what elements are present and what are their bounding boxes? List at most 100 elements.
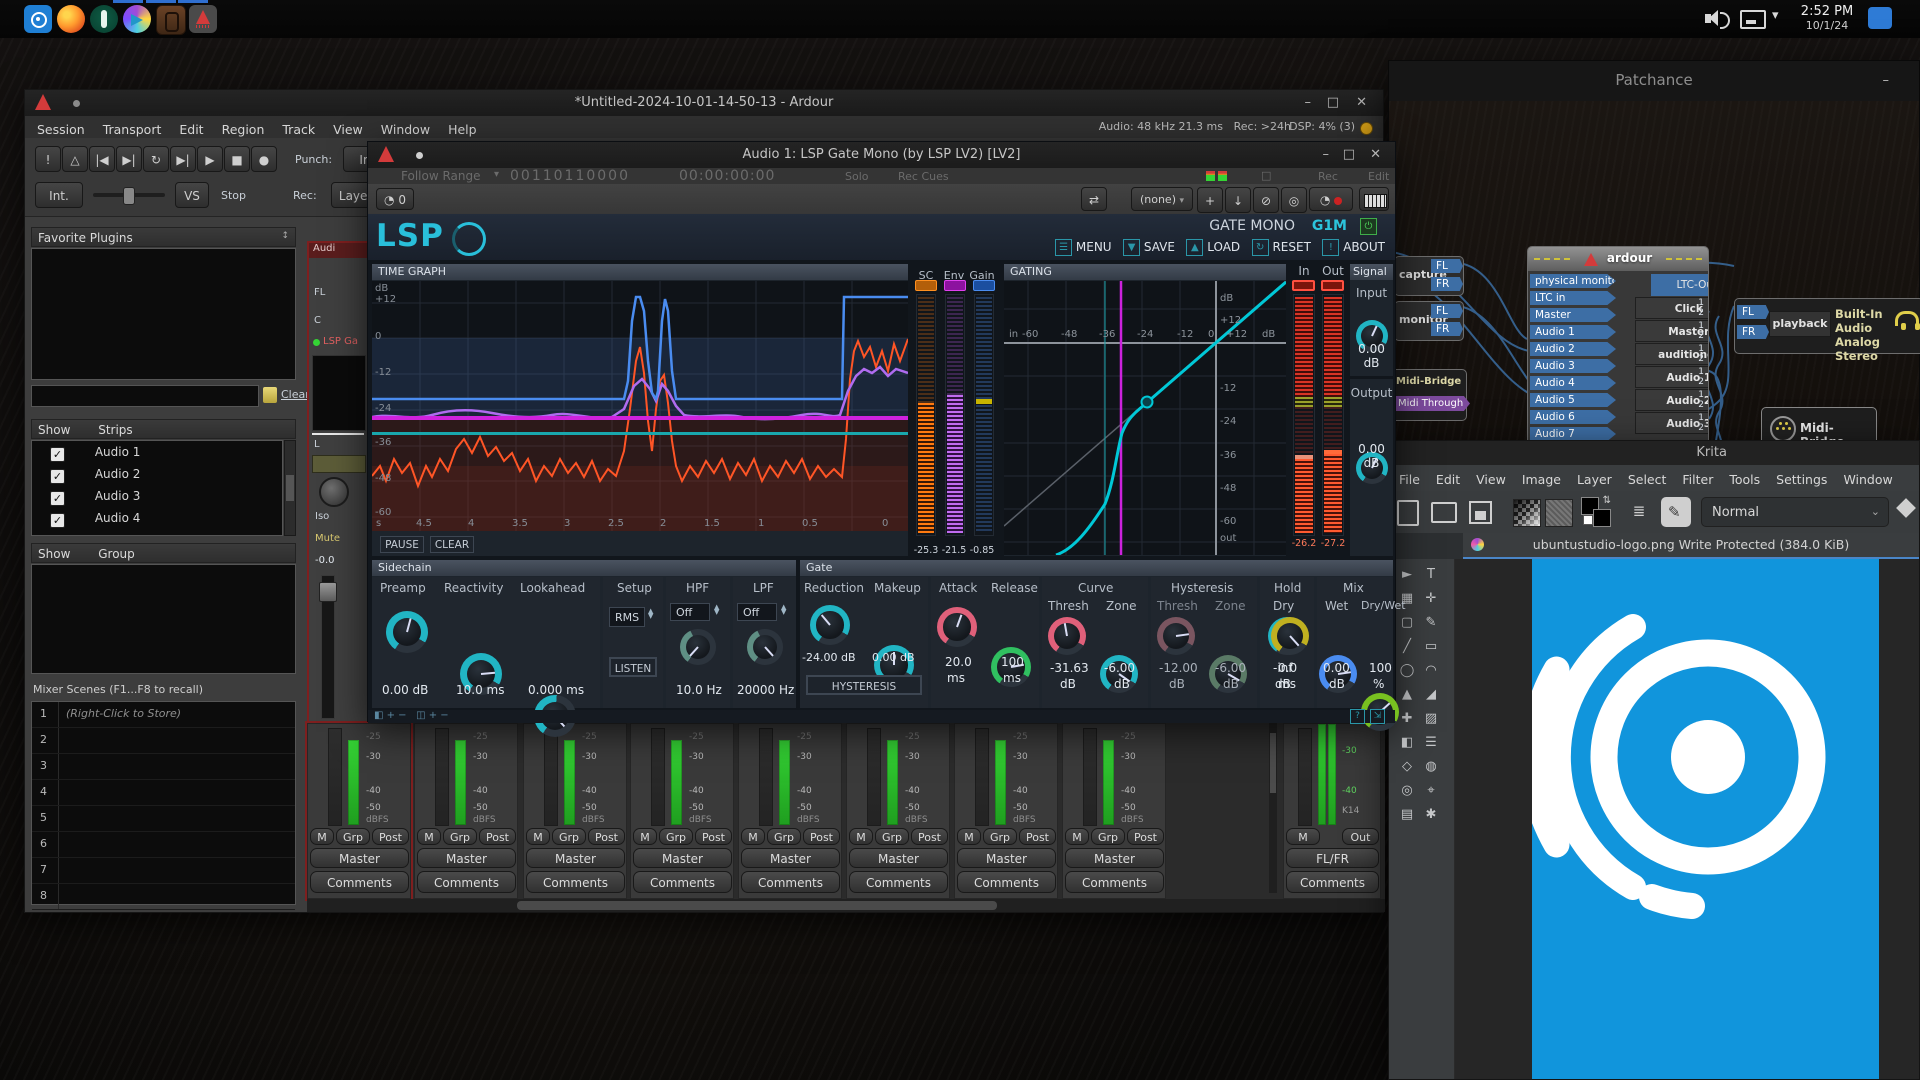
about-button[interactable]: ABOUT (1343, 240, 1385, 254)
gating-plot[interactable]: in-60-48-36-24-120+12dB dB+12-12-24-36-4… (1004, 281, 1286, 555)
vari-speed-button[interactable]: VS (175, 182, 209, 208)
group-button[interactable]: Grp (336, 828, 370, 845)
expander-icon[interactable]: ↕ (281, 231, 289, 241)
output-port-row[interactable]: auditioner 1 2 (1611, 343, 1706, 365)
transport-button[interactable]: △ (62, 146, 88, 172)
tray-expander-chevron-icon[interactable]: ▾ (1772, 8, 1779, 23)
mute-button[interactable]: M (526, 828, 550, 845)
hyst-thresh-knob[interactable] (1157, 617, 1195, 655)
input-port[interactable]: Audio 5 (1530, 393, 1616, 407)
port-fl[interactable]: FL (1431, 259, 1463, 273)
canvas-image[interactable] (1532, 559, 1879, 1079)
strip-input-button[interactable]: FL (314, 287, 325, 298)
output-port-row[interactable]: LTC-Out (1611, 274, 1706, 296)
tool-icon[interactable]: ⌖ (1419, 779, 1443, 803)
rec-button-label[interactable]: Rec (1318, 170, 1338, 183)
strip-visible-checkbox[interactable]: ✓ (50, 469, 65, 484)
edit-button-label[interactable]: Edit (1368, 170, 1389, 183)
group-button[interactable]: Grp (983, 828, 1017, 845)
hpf-freq-knob[interactable] (680, 629, 716, 665)
edit-brush-settings-icon[interactable]: ✎ (1661, 497, 1691, 527)
tool-icon[interactable]: ◯ (1395, 659, 1419, 683)
pause-button[interactable]: PAUSE (380, 536, 424, 553)
error-log-indicator[interactable] (1360, 122, 1373, 135)
maximize-button[interactable]: □ (1343, 147, 1355, 162)
clock[interactable]: 2:52 PM 10/1/24 (1796, 4, 1858, 32)
reset-button[interactable]: RESET (1272, 240, 1310, 254)
hpf-mode-select[interactable]: Off (670, 603, 710, 621)
playback-port-group[interactable]: playback (1769, 311, 1831, 337)
strip-list-row[interactable]: ✓ Audio 3 (32, 485, 282, 507)
mute-button[interactable]: M (741, 828, 765, 845)
menu-item[interactable]: Window (381, 122, 430, 137)
fader-track[interactable] (321, 575, 335, 719)
metering-point-button[interactable]: Post (479, 828, 516, 845)
spin-arrows-icon[interactable]: ▲▼ (648, 609, 653, 619)
comments-button[interactable]: Comments (310, 871, 409, 893)
menu-item[interactable]: Help (448, 122, 477, 137)
fader-handle[interactable] (319, 582, 337, 602)
power-button[interactable]: ◎ (1281, 187, 1307, 213)
ardour-titlebar[interactable]: *Untitled-2024-10-01-14-50-13 - Ardour –… (25, 90, 1383, 117)
midi-through-port[interactable]: Midi Through (1394, 396, 1470, 411)
minimize-button[interactable]: – (1323, 147, 1330, 162)
eraser-mode-icon[interactable] (1896, 498, 1916, 518)
capture-node[interactable]: capture FL FR (1394, 256, 1464, 296)
tool-icon[interactable]: ✱ (1419, 803, 1443, 827)
minimize-button[interactable]: – (1305, 95, 1312, 110)
metering-point-button[interactable]: Post (803, 828, 840, 845)
port-fl[interactable]: FL (1431, 304, 1463, 318)
ardour-node[interactable]: ardour physical monitorLTC inMasterAudio… (1527, 246, 1709, 453)
timecode-clock[interactable]: 00:00:00:00 (679, 168, 775, 184)
timer-button[interactable]: ◔ 0 (376, 188, 414, 210)
scrollbar-handle[interactable] (517, 901, 997, 910)
comments-button[interactable]: Comments (849, 871, 948, 893)
mute-button[interactable]: M (1065, 828, 1089, 845)
strips-scrollbar[interactable] (284, 440, 296, 536)
comments-button[interactable]: Comments (526, 871, 625, 893)
transport-button[interactable]: |◀ (89, 146, 115, 172)
mixer-scene-row[interactable]: 1 (Right-Click to Store) (32, 702, 295, 728)
tool-icon[interactable]: ◍ (1419, 755, 1443, 779)
patchance-titlebar[interactable]: Patchance – (1389, 61, 1919, 102)
strip-visible-checkbox[interactable]: ✓ (50, 491, 65, 506)
input-port[interactable]: Audio 4 (1530, 376, 1616, 390)
save-preset-button[interactable]: ↓ (1225, 187, 1251, 213)
settings-launcher-icon[interactable] (90, 5, 118, 33)
tool-icon[interactable]: ▨ (1419, 707, 1443, 731)
output-bus-button[interactable]: Master (849, 848, 948, 868)
strips-vscrollbar[interactable] (1269, 723, 1277, 893)
mixer-strip-bottom[interactable]: -25 -30 -40 -50 dBFS M Grp Post Master C… (414, 723, 518, 899)
mixer-strip-bottom[interactable]: -25 -30 -40 -50 dBFS M Grp Post Master C… (738, 723, 842, 899)
choose-workspace-icon[interactable]: ≣ (1627, 499, 1651, 523)
metering-point-button[interactable]: Post (911, 828, 948, 845)
output-bus-button[interactable]: Master (633, 848, 732, 868)
favorite-plugins-list[interactable] (31, 248, 296, 380)
menu-item[interactable]: Transport (103, 122, 162, 137)
tool-icon[interactable]: ◎ (1395, 779, 1419, 803)
menu-item[interactable]: Layer (1577, 472, 1612, 487)
mute-button[interactable]: M (1286, 828, 1320, 845)
vu-meter-button[interactable]: ◔ (1309, 187, 1353, 211)
blending-mode-select[interactable]: Normal ⌄ (1701, 497, 1889, 527)
strip-list-row[interactable]: ✓ Audio 1 (32, 441, 282, 463)
transport-button[interactable]: ▶| (116, 146, 142, 172)
strip-list-row[interactable]: ✓ Audio 2 (32, 463, 282, 485)
group-button[interactable]: Grp (443, 828, 477, 845)
scrollbar-handle[interactable] (1270, 733, 1276, 793)
mixer-scene-row[interactable]: 5 (32, 806, 295, 832)
input-port[interactable]: Audio 2 (1530, 342, 1616, 356)
mute-button[interactable]: M (849, 828, 873, 845)
time-graph-plot[interactable]: dB+120-12-24-36-48-60 s4.543.532.521.510… (372, 281, 908, 531)
fg-bg-color-selector[interactable]: ⇅ (1581, 497, 1611, 527)
menu-item[interactable]: Filter (1682, 472, 1713, 487)
tool-icon[interactable]: ▤ (1395, 803, 1419, 827)
add-preset-button[interactable]: + (1197, 187, 1223, 213)
open-document-icon[interactable] (1431, 502, 1457, 523)
metering-point-button[interactable]: Post (372, 828, 409, 845)
comments-button[interactable]: Comments (633, 871, 732, 893)
mixer-scene-row[interactable]: 4 (32, 780, 295, 806)
mixer-strip-1-top[interactable]: Audi FL C LSP Ga L Iso Mute -0.0 (307, 241, 369, 723)
metering-point-button[interactable]: Post (1127, 828, 1164, 845)
input-port[interactable]: Audio 3 (1530, 359, 1616, 373)
